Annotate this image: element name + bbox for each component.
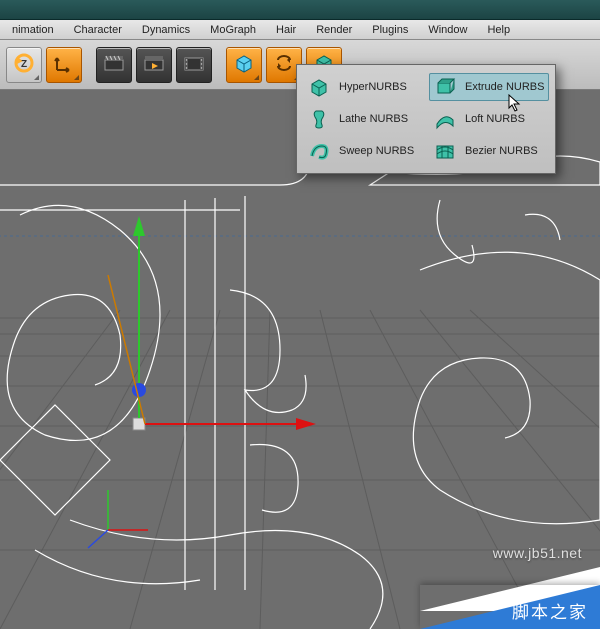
clapper-film-icon: [183, 52, 205, 77]
sweepnurbs-icon: [307, 139, 331, 163]
dropdown-item-extrudenurbs[interactable]: Extrude NURBS: [429, 73, 549, 101]
hypernurbs-label: HyperNURBS: [339, 81, 407, 93]
sweepnurbs-label: Sweep NURBS: [339, 145, 414, 157]
menubar: nimation Character Dynamics MoGraph Hair…: [0, 20, 600, 40]
clapper2-button[interactable]: [136, 47, 172, 83]
dropdown-item-hypernurbs[interactable]: HyperNURBS: [303, 73, 423, 101]
menu-plugins[interactable]: Plugins: [362, 22, 418, 38]
beziernurbs-label: Bezier NURBS: [465, 145, 538, 157]
menu-dynamics[interactable]: Dynamics: [132, 22, 200, 38]
extrudenurbs-label: Extrude NURBS: [465, 81, 544, 93]
hypernurbs-icon: [307, 75, 331, 99]
loftnurbs-icon: [433, 107, 457, 131]
dropdown-item-beziernurbs[interactable]: Bezier NURBS: [429, 137, 549, 165]
dropdown-item-sweepnurbs[interactable]: Sweep NURBS: [303, 137, 423, 165]
beziernurbs-icon: [433, 139, 457, 163]
menu-character[interactable]: Character: [64, 22, 132, 38]
lathenurbs-label: Lathe NURBS: [339, 113, 408, 125]
clapper3-button[interactable]: [176, 47, 212, 83]
clapper1-button[interactable]: [96, 47, 132, 83]
clapper-play-icon: [143, 52, 165, 77]
window-titlebar: [0, 0, 600, 20]
swap-icon: [273, 52, 295, 77]
dropdown-item-lathenurbs[interactable]: Lathe NURBS: [303, 105, 423, 133]
nurbs-dropdown: HyperNURBS Extrude NURBS Lathe NURBS Lof…: [296, 64, 556, 174]
cube-icon: [232, 51, 256, 78]
menu-mograph[interactable]: MoGraph: [200, 22, 266, 38]
menu-animation[interactable]: nimation: [2, 22, 64, 38]
cube-button[interactable]: [226, 47, 262, 83]
extrudenurbs-icon: [433, 75, 457, 99]
clapper-icon: [103, 52, 125, 77]
menu-help[interactable]: Help: [477, 22, 520, 38]
menu-render[interactable]: Render: [306, 22, 362, 38]
undo-icon: Z: [13, 52, 35, 77]
undo-button[interactable]: Z: [6, 47, 42, 83]
axis-arrow-icon: [53, 52, 75, 77]
menu-hair[interactable]: Hair: [266, 22, 306, 38]
loftnurbs-label: Loft NURBS: [465, 113, 525, 125]
lathenurbs-icon: [307, 107, 331, 131]
dropdown-item-loftnurbs[interactable]: Loft NURBS: [429, 105, 549, 133]
axis-move-button[interactable]: [46, 47, 82, 83]
svg-text:Z: Z: [21, 59, 27, 70]
menu-window[interactable]: Window: [418, 22, 477, 38]
